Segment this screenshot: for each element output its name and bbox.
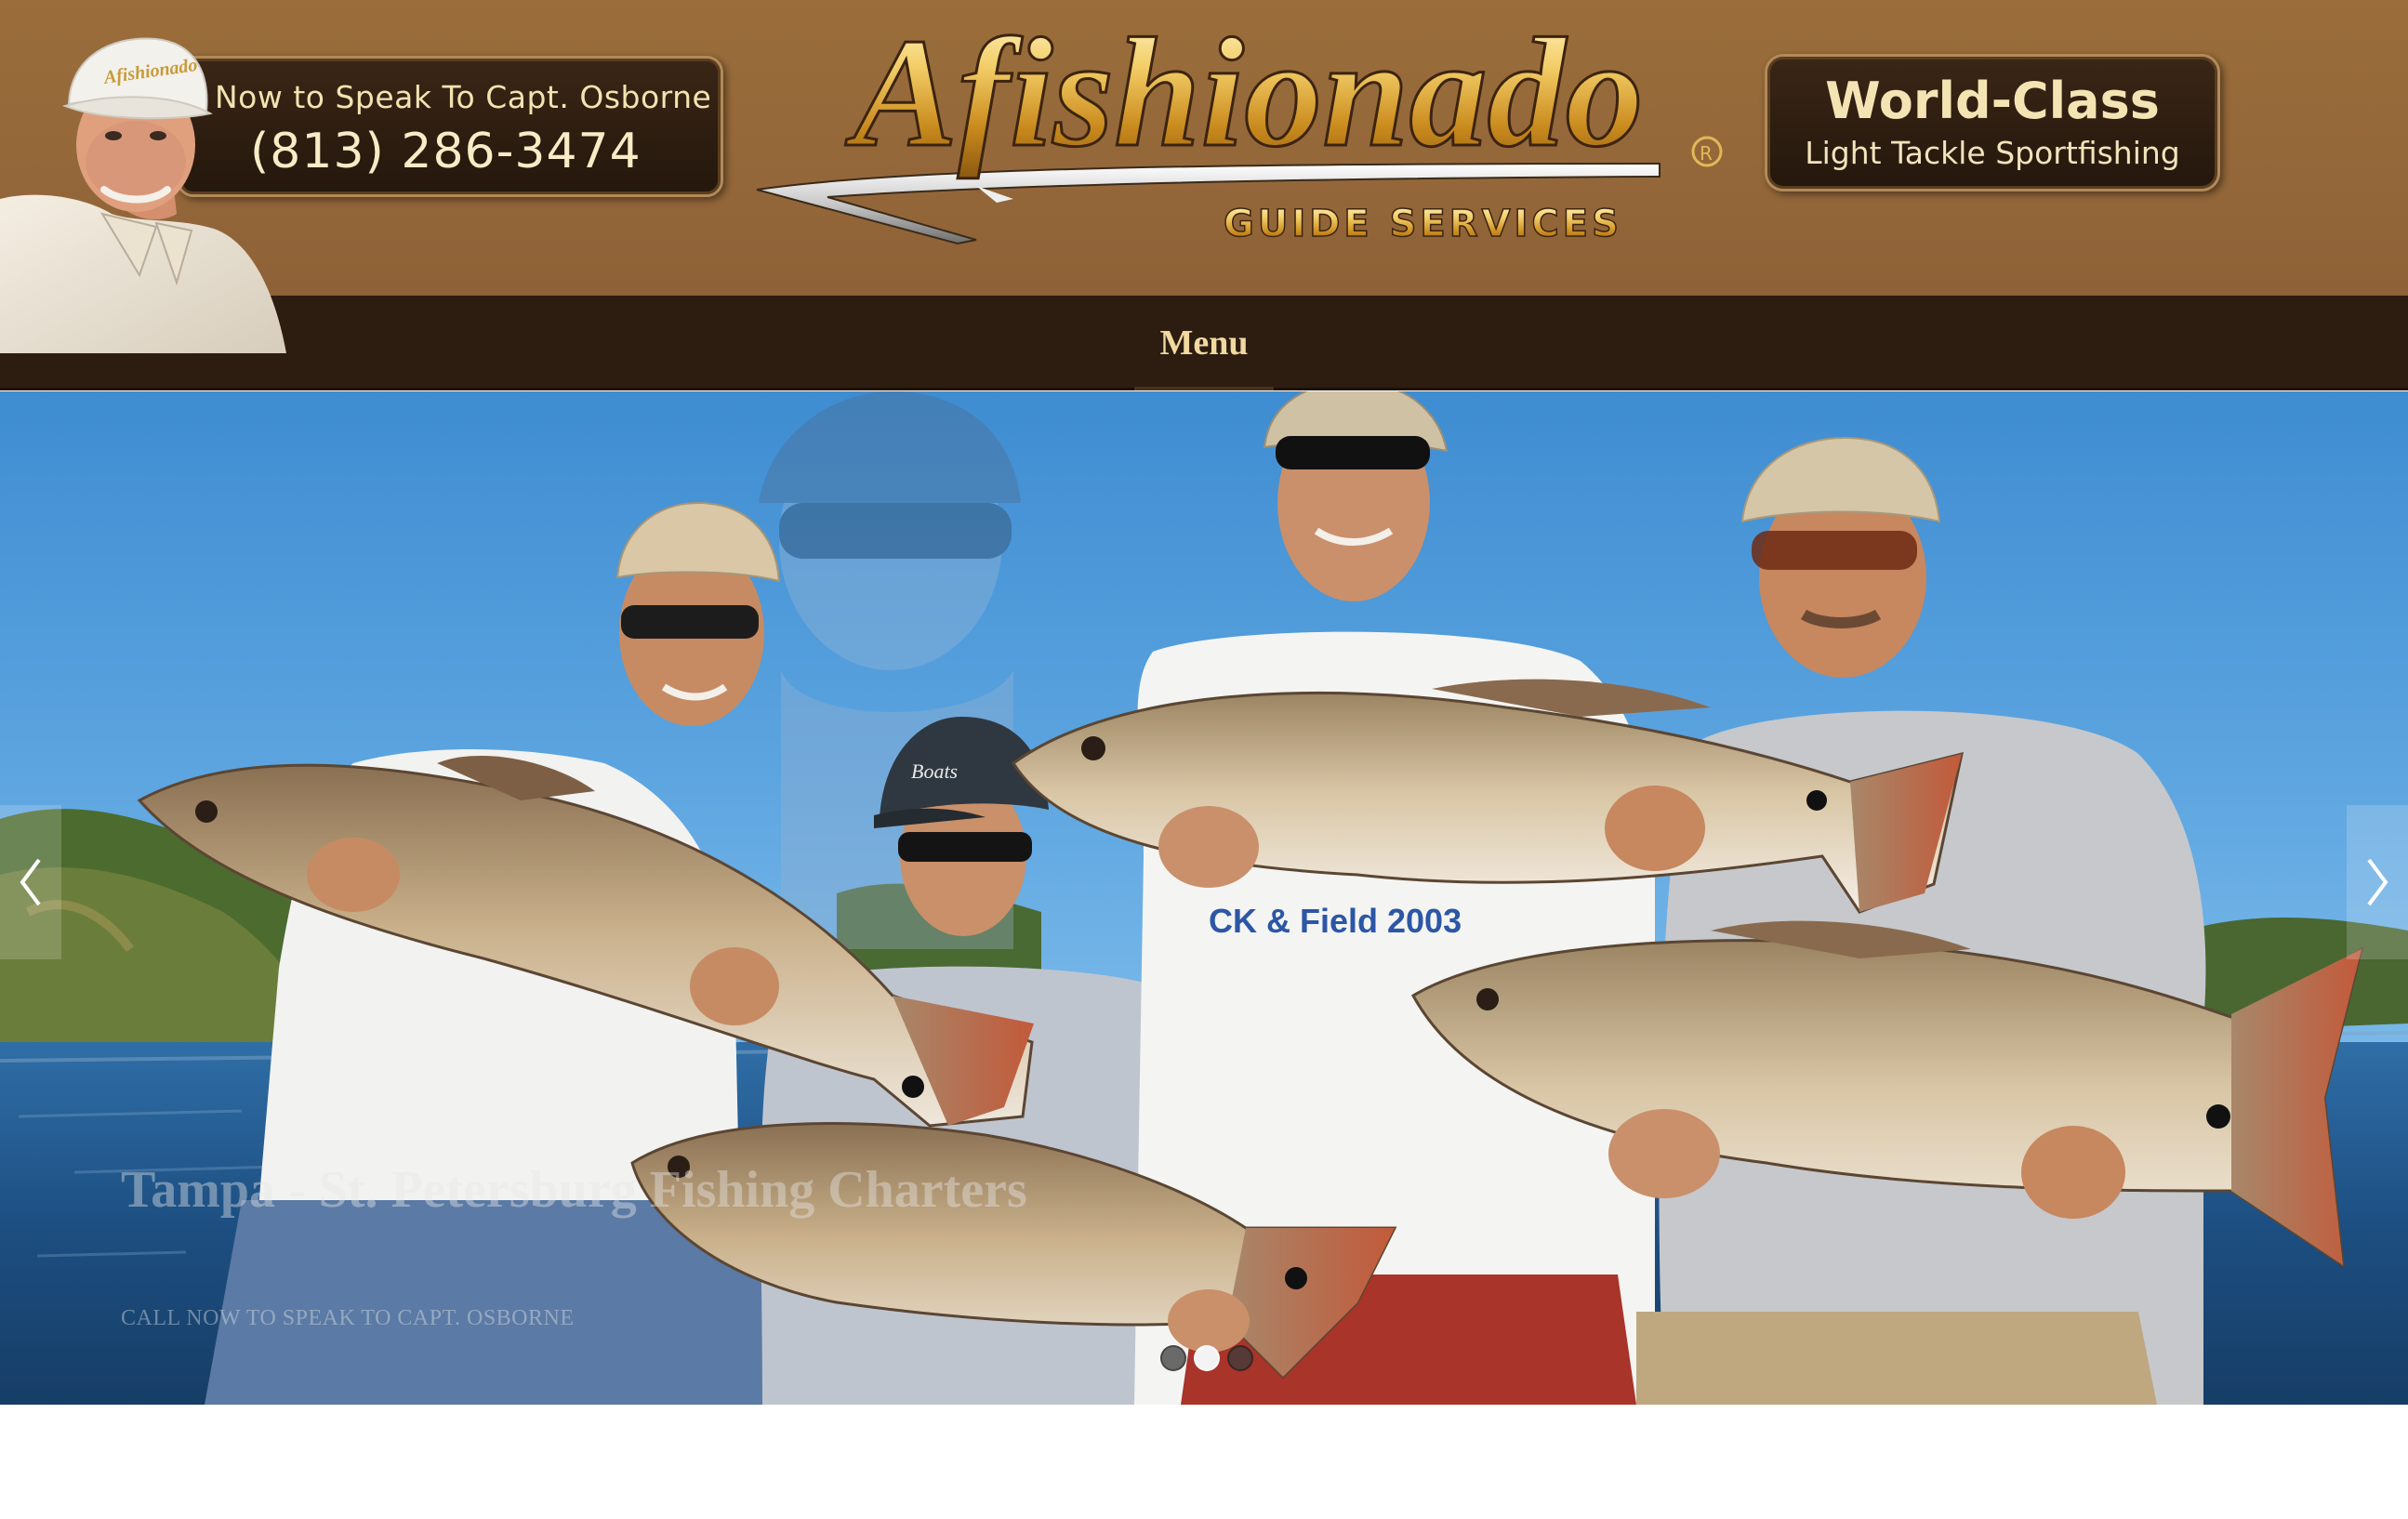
page-content-area — [0, 1405, 2408, 1519]
captain-photo: Afishionado — [0, 37, 286, 353]
hero-slider[interactable]: Boats CK & Field 2003 GH — [0, 391, 2408, 1405]
call-captain-text: Now to Speak To Capt. Osborne — [215, 79, 712, 115]
slider-next-button[interactable] — [2347, 805, 2408, 959]
chevron-right-icon — [2367, 858, 2388, 906]
slide-caption-subtitle: CALL NOW TO SPEAK TO CAPT. OSBORNE — [121, 1306, 575, 1330]
slide-caption-title: Tampa - St. Petersburg Fishing Charters — [121, 1161, 1027, 1219]
tagline-title: World-Class — [1825, 72, 2160, 130]
slider-dot-2[interactable] — [1194, 1345, 1220, 1371]
registered-mark: R — [1700, 142, 1713, 165]
logo-title: Afishionado — [845, 7, 1644, 179]
site-logo[interactable]: Afishionado R GUIDE SERVICES — [744, 0, 1729, 251]
phone-number[interactable]: (813) 286-3474 — [250, 124, 642, 179]
menu-button[interactable]: Menu — [1134, 296, 1274, 390]
hero-image: Boats CK & Field 2003 GH — [0, 391, 2408, 1405]
logo-subtitle: GUIDE SERVICES — [1224, 203, 1622, 245]
slider-prev-button[interactable] — [0, 805, 61, 959]
slider-dot-3[interactable] — [1227, 1345, 1253, 1371]
slider-pagination — [1160, 1345, 1253, 1377]
shirt-text: CK & Field 2003 — [1209, 902, 1462, 940]
tagline-subtitle: Light Tackle Sportfishing — [1805, 135, 2180, 171]
slider-dot-1[interactable] — [1160, 1345, 1186, 1371]
menu-underline — [1134, 387, 1274, 390]
site-header: Now to Speak To Capt. Osborne (813) 286-… — [0, 0, 2408, 296]
tagline-panel: World-Class Light Tackle Sportfishing — [1765, 54, 2220, 192]
main-nav: Menu — [0, 296, 2408, 390]
svg-text:Boats: Boats — [911, 760, 958, 783]
chevron-left-icon — [20, 858, 41, 906]
